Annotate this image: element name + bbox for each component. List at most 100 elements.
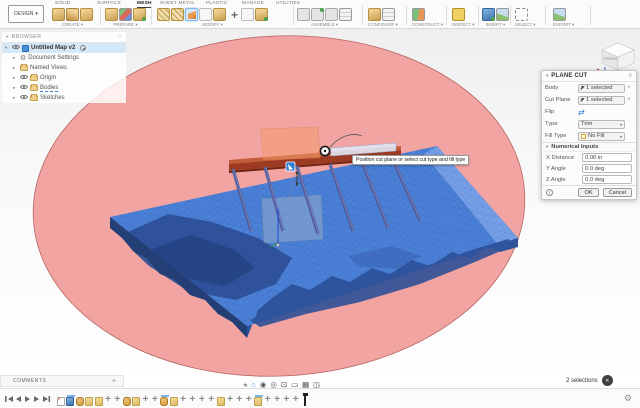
visibility-eye-icon[interactable] <box>20 94 28 102</box>
group-label-inspect[interactable]: INSPECT ▾ <box>452 22 474 28</box>
timeline-feature-box[interactable] <box>170 397 178 406</box>
timeline-feature-box[interactable] <box>85 397 93 406</box>
insert-image-icon[interactable] <box>496 8 509 21</box>
add-component-icon[interactable] <box>311 8 324 21</box>
add-comment-icon[interactable]: + <box>112 378 123 385</box>
timeline-feature-move[interactable] <box>245 397 253 406</box>
browser-item-bodies[interactable]: ▸Bodies <box>2 83 126 93</box>
panel-minimize-icon[interactable]: – <box>119 34 122 40</box>
body-selection-button[interactable]: 1 selected <box>578 84 625 93</box>
comments-panel[interactable]: COMMENTS + <box>0 375 124 387</box>
z-angle-input[interactable]: 0.0 deg <box>582 175 632 184</box>
create-mesh-section-icon[interactable] <box>66 8 79 21</box>
expand-arrow-icon[interactable]: ▸ <box>13 85 18 91</box>
group-label-construct[interactable]: CONSTRUCT ▾ <box>412 22 443 28</box>
tab-solid[interactable]: SOLID <box>55 1 70 7</box>
timeline-feature-box[interactable] <box>217 397 225 406</box>
timeline-feature-box[interactable] <box>254 397 262 406</box>
timeline-feature-box[interactable] <box>132 397 140 406</box>
x-distance-input[interactable]: 0.00 in <box>582 153 632 162</box>
timeline-feature-move[interactable] <box>198 397 206 406</box>
rigid-group-icon[interactable] <box>339 8 352 21</box>
timeline-feature-move[interactable] <box>104 397 112 406</box>
expand-arrow-icon[interactable]: ▸ <box>13 55 18 61</box>
expand-arrow-icon[interactable]: ▸ <box>13 75 18 81</box>
remesh-icon[interactable] <box>157 8 170 21</box>
generate-face-groups-icon[interactable] <box>105 8 118 21</box>
configuration-icon[interactable] <box>368 8 381 21</box>
visibility-eye-icon[interactable] <box>20 84 28 92</box>
timeline-feature-cyl[interactable] <box>123 397 131 406</box>
construct-plane-icon[interactable] <box>412 8 425 21</box>
timeline-feature-move[interactable] <box>113 397 121 406</box>
combine-icon[interactable] <box>213 8 226 21</box>
new-component-icon[interactable] <box>297 8 310 21</box>
browser-item-origin[interactable]: ▸Origin <box>2 73 126 83</box>
erase-and-fill-icon[interactable] <box>199 8 212 21</box>
configuration-table-icon[interactable] <box>382 8 395 21</box>
group-label-configure[interactable]: CONFIGURE ▾ <box>368 22 398 28</box>
smooth-icon[interactable] <box>241 8 254 21</box>
browser-item-sketches[interactable]: ▸Sketches <box>2 93 126 103</box>
timeline-feature-move[interactable] <box>151 397 159 406</box>
timeline-feature-move[interactable] <box>188 397 196 406</box>
timeline-playback-controls[interactable] <box>4 393 52 405</box>
collapse-icon[interactable]: ▾ <box>6 34 9 40</box>
timeline-position-marker[interactable] <box>304 393 306 406</box>
dialog-header[interactable]: ▾ PLANE CUT ≡ <box>542 71 636 82</box>
expand-arrow-icon[interactable]: ▸ <box>13 95 18 101</box>
fill-type-dropdown[interactable]: No Fill ▾ <box>578 132 625 141</box>
timeline-feature-move[interactable] <box>273 397 281 406</box>
timeline-feature-cyl[interactable] <box>160 397 168 406</box>
plane-cut-icon[interactable] <box>185 8 198 21</box>
ok-button[interactable]: OK <box>578 188 598 197</box>
tab-plastic[interactable]: PLASTIC <box>206 1 227 7</box>
tab-utilities[interactable]: UTILITIES <box>276 1 300 7</box>
timeline-feature-box[interactable] <box>95 397 103 406</box>
timeline-feature-move[interactable] <box>282 397 290 406</box>
activate-component-radio[interactable] <box>80 45 86 51</box>
browser-panel-header[interactable]: ▾ BROWSER – <box>2 32 126 43</box>
group-label-prepare[interactable]: PREPARE ▾ <box>105 22 146 28</box>
measure-icon[interactable] <box>452 8 465 21</box>
browser-item-named-views[interactable]: ▸Named Views <box>2 63 126 73</box>
repair-mesh-icon[interactable] <box>133 8 146 21</box>
expand-arrow-icon[interactable]: ▸ <box>13 65 18 71</box>
group-label-insert[interactable]: INSERT ▾ <box>482 22 509 28</box>
create-mesh-icon[interactable] <box>52 8 65 21</box>
timeline-feature-mesh[interactable] <box>66 397 74 406</box>
numerical-inputs-section[interactable]: ▾ Numerical Inputs <box>542 142 636 152</box>
face-groups-color-icon[interactable] <box>119 8 132 21</box>
cut-plane-preview[interactable] <box>261 127 320 160</box>
timeline-feature-move[interactable] <box>226 397 234 406</box>
timeline-feature-move[interactable] <box>142 397 150 406</box>
group-label-select[interactable]: SELECT ▾ <box>515 22 535 28</box>
info-icon[interactable]: i <box>546 189 553 196</box>
export-icon[interactable] <box>553 8 566 21</box>
collapse-icon[interactable]: ▾ <box>546 73 548 79</box>
y-angle-input[interactable]: 0.0 deg <box>582 164 632 173</box>
dialog-grip-icon[interactable]: ≡ <box>628 73 632 79</box>
group-label-assemble[interactable]: ASSEMBLE ▾ <box>297 22 352 28</box>
expand-arrow-icon[interactable]: ▾ <box>5 45 10 51</box>
workspace-switcher[interactable]: DESIGN ▾ <box>8 5 44 23</box>
clear-selection-button[interactable]: ✕ <box>602 375 613 386</box>
select-tool-icon[interactable] <box>515 8 528 21</box>
browser-item-document-settings[interactable]: ▸⚙Document Settings <box>2 53 126 63</box>
insert-mesh-icon[interactable] <box>482 8 495 21</box>
timeline-feature-sketch[interactable] <box>57 397 65 406</box>
cut-type-dropdown[interactable]: Trim ▾ <box>578 120 625 129</box>
reduce-icon[interactable] <box>171 8 184 21</box>
timeline-feature-move[interactable] <box>292 397 300 406</box>
browser-item-untitled-map-v2[interactable]: ▾Untitled Map v2 <box>2 43 126 53</box>
timeline-feature-move[interactable] <box>179 397 187 406</box>
timeline-feature-move[interactable] <box>207 397 215 406</box>
timeline-feature-move[interactable] <box>264 397 272 406</box>
clear-cut-plane-selection-icon[interactable]: × <box>625 97 633 103</box>
timeline-feature-cyl[interactable] <box>76 397 84 406</box>
visibility-eye-icon[interactable] <box>20 74 28 82</box>
cut-plane-selection-button[interactable]: 1 selected <box>578 96 625 105</box>
create-mesh-wedge-icon[interactable] <box>80 8 93 21</box>
clear-body-selection-icon[interactable]: × <box>625 85 633 91</box>
tab-manage[interactable]: MANAGE <box>242 1 264 7</box>
